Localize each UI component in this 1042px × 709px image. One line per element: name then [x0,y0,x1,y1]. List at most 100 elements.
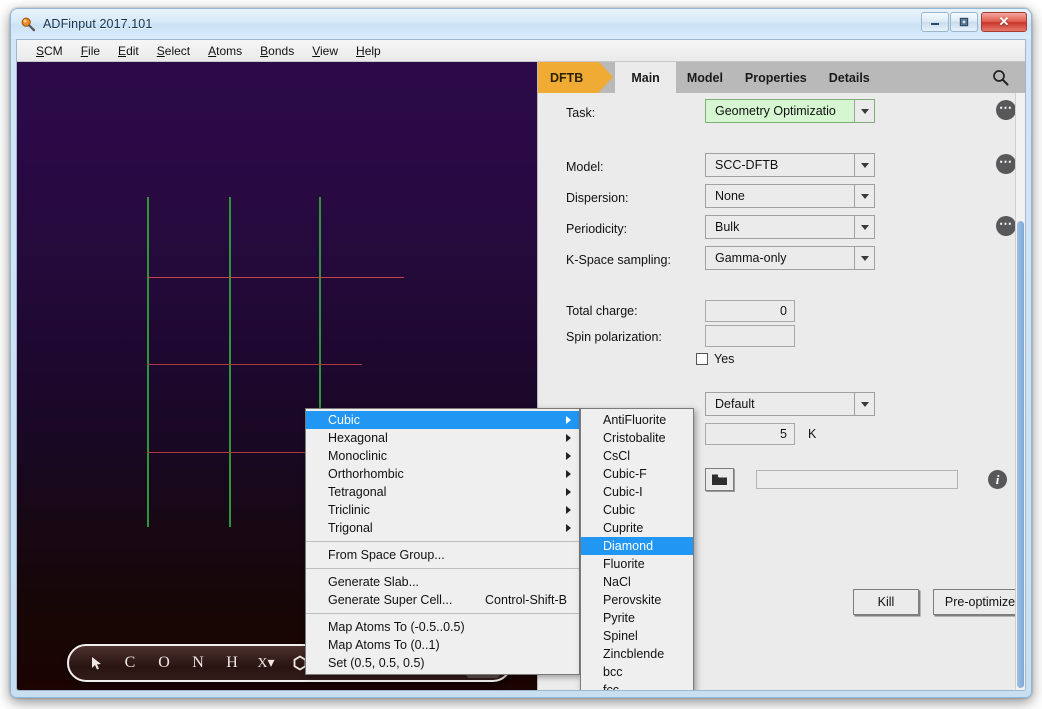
submenu-item-cubic[interactable]: Cubic [581,501,693,519]
menu-item-generate-slab[interactable]: Generate Slab... [306,573,579,591]
submenu-item-fluorite[interactable]: Fluorite [581,555,693,573]
pointer-tool[interactable] [79,648,113,678]
menu-item-triclinic[interactable]: Triclinic [306,501,579,519]
task-value: Geometry Optimizatio [706,100,854,122]
menu-item-hexagonal[interactable]: Hexagonal [306,429,579,447]
app-magnifier-icon [20,16,36,32]
chevron-down-icon[interactable] [854,247,874,269]
submenu-item-zincblende[interactable]: Zincblende [581,645,693,663]
submenu-item-perovskite[interactable]: Perovskite [581,591,693,609]
close-button[interactable]: ✕ [981,12,1027,32]
submenu-item-cuprite[interactable]: Cuprite [581,519,693,537]
menu-item-label: bcc [603,665,622,679]
chevron-down-icon[interactable] [854,393,874,415]
total-charge-input[interactable]: 0 [705,300,795,322]
hydrogen-tool[interactable]: H [215,648,249,678]
kill-button[interactable]: Kill [853,589,919,615]
menu-item-orthorhombic[interactable]: Orthorhombic [306,465,579,483]
submenu-item-cubic-i[interactable]: Cubic-I [581,483,693,501]
menu-item-generate-super-cell[interactable]: Generate Super Cell... Control-Shift-B [306,591,579,609]
menu-item-from-space-group[interactable]: From Space Group... [306,546,579,564]
chevron-down-icon[interactable] [854,100,874,122]
menu-item-map-atoms-centered[interactable]: Map Atoms To (-0.5..0.5) [306,618,579,636]
menu-item-label: Cubic-F [603,467,647,481]
task-more-button[interactable]: ⋯ [996,100,1016,120]
menu-item-set-center[interactable]: Set (0.5, 0.5, 0.5) [306,654,579,672]
cubic-submenu[interactable]: AntiFluorite Cristobalite CsCl Cubic-F C… [580,408,694,691]
chevron-down-icon[interactable] [854,216,874,238]
model-more-button[interactable]: ⋯ [996,154,1016,174]
total-charge-label: Total charge: [566,304,638,318]
menu-item-label: Tetragonal [328,485,386,499]
menu-item-tetragonal[interactable]: Tetragonal [306,483,579,501]
scrollbar-thumb[interactable] [1017,221,1024,688]
submenu-item-cubic-f[interactable]: Cubic-F [581,465,693,483]
model-label: Model: [566,160,604,174]
menubar-item-file[interactable]: File [72,42,109,60]
temperature-input[interactable]: 5 [705,423,795,445]
unrestricted-checkbox-row[interactable]: Yes [696,352,734,366]
menubar-item-atoms[interactable]: Atoms [199,42,251,60]
chevron-down-icon[interactable] [854,185,874,207]
submenu-item-spinel[interactable]: Spinel [581,627,693,645]
info-icon[interactable]: i [988,470,1007,489]
menu-item-label: Triclinic [328,503,370,517]
spin-polarization-input[interactable] [705,325,795,347]
browse-folder-button[interactable] [705,468,734,491]
menubar-item-edit[interactable]: Edit [109,42,148,60]
nitrogen-tool[interactable]: N [181,648,215,678]
element-picker-tool[interactable]: X▾ [249,648,283,678]
chevron-down-icon[interactable] [854,154,874,176]
submenu-item-cscl[interactable]: CsCl [581,447,693,465]
menu-item-trigonal[interactable]: Trigonal [306,519,579,537]
menu-item-label: Monoclinic [328,449,387,463]
preoptimize-button[interactable]: Pre-optimize [933,589,1026,615]
periodicity-more-button[interactable]: ⋯ [996,216,1016,236]
maximize-button[interactable] [950,12,978,32]
periodicity-dropdown[interactable]: Bulk [705,215,875,239]
path-input[interactable] [756,470,958,489]
default-dropdown[interactable]: Default [705,392,875,416]
tab-model[interactable]: Model [676,62,734,93]
menubar-item-help[interactable]: Help [347,42,390,60]
task-dropdown[interactable]: Geometry Optimizatio [705,99,875,123]
vertical-scrollbar[interactable] [1015,93,1025,690]
menubar-item-bonds[interactable]: Bonds [251,42,303,60]
oxygen-tool[interactable]: O [147,648,181,678]
lattice-context-menu[interactable]: Cubic Hexagonal Monoclinic Orthorhombic … [305,408,580,675]
lattice-line-horizontal [147,277,404,278]
submenu-item-cristobalite[interactable]: Cristobalite [581,429,693,447]
checkbox-icon[interactable] [696,353,708,365]
kspace-dropdown[interactable]: Gamma-only [705,246,875,270]
periodicity-label: Periodicity: [566,222,627,236]
submenu-item-antifluorite[interactable]: AntiFluorite [581,411,693,429]
submenu-item-fcc[interactable]: fcc [581,681,693,691]
tab-main[interactable]: Main [615,62,675,93]
dispersion-value: None [706,185,854,207]
submenu-arrow-icon [566,506,571,514]
dispersion-dropdown[interactable]: None [705,184,875,208]
search-button[interactable] [992,62,1025,93]
title-bar: ADFinput 2017.101 ✕ [11,9,1031,39]
menu-item-cubic[interactable]: Cubic [306,411,579,429]
dispersion-label: Dispersion: [566,191,629,205]
tab-properties[interactable]: Properties [734,62,818,93]
minimize-button[interactable] [921,12,949,32]
menu-item-monoclinic[interactable]: Monoclinic [306,447,579,465]
tab-details[interactable]: Details [818,62,881,93]
menubar-item-select[interactable]: Select [148,42,199,60]
menu-item-label: Hexagonal [328,431,388,445]
submenu-item-diamond[interactable]: Diamond [581,537,693,555]
carbon-tool[interactable]: C [113,648,147,678]
menu-item-map-atoms-unit[interactable]: Map Atoms To (0..1) [306,636,579,654]
model-dropdown[interactable]: SCC-DFTB [705,153,875,177]
menu-separator [306,568,579,569]
menubar-item-view[interactable]: View [303,42,347,60]
submenu-item-bcc[interactable]: bcc [581,663,693,681]
submenu-item-pyrite[interactable]: Pyrite [581,609,693,627]
menu-item-label: Generate Slab... [328,575,419,589]
menubar-item-scm[interactable]: SCM [27,42,72,60]
tab-list: Main Model Properties Details [599,62,1025,93]
submenu-item-nacl[interactable]: NaCl [581,573,693,591]
tab-dftb[interactable]: DFTB [538,62,599,93]
